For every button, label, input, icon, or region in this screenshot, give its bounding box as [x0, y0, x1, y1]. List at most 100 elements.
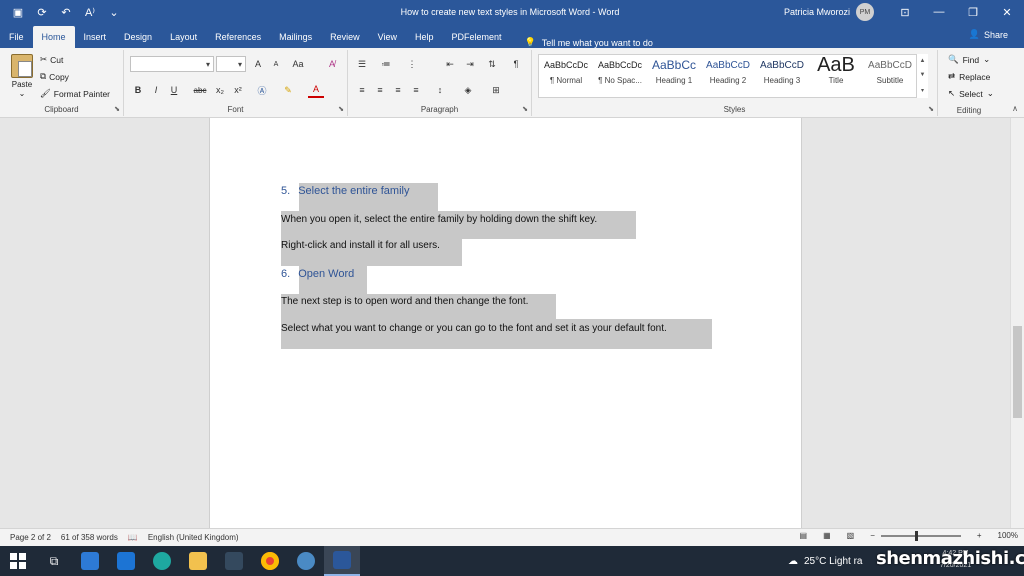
- page-indicator[interactable]: Page 2 of 2: [10, 533, 51, 542]
- style-title[interactable]: AaB Title: [810, 54, 862, 94]
- font-size-combo[interactable]: ▾: [216, 56, 246, 72]
- autosave-icon[interactable]: ⟳: [32, 2, 52, 22]
- find-button[interactable]: 🔍 Find ⌄: [948, 54, 990, 65]
- cut-button[interactable]: ✂ Cut: [40, 54, 63, 65]
- tab-help[interactable]: Help: [406, 26, 443, 48]
- multilevel-list-icon[interactable]: ⋮: [404, 56, 420, 72]
- shrink-font-icon[interactable]: A: [268, 56, 284, 72]
- word-count[interactable]: 61 of 358 words: [61, 533, 118, 542]
- user-account[interactable]: Patricia Mworozi PM: [784, 0, 875, 24]
- numbering-icon[interactable]: ≔: [378, 56, 394, 72]
- word-app[interactable]: [324, 546, 360, 576]
- close-icon[interactable]: ✕: [990, 0, 1024, 24]
- tab-file[interactable]: File: [0, 26, 33, 48]
- mail-app[interactable]: [108, 546, 144, 576]
- tab-references[interactable]: References: [206, 26, 270, 48]
- bullets-icon[interactable]: ☰: [354, 56, 370, 72]
- paste-dropdown-icon[interactable]: ⌄: [8, 89, 36, 98]
- style-normal[interactable]: AaBbCcDc ¶ Normal: [540, 54, 592, 94]
- scrollbar-thumb[interactable]: [1013, 326, 1022, 418]
- language-indicator[interactable]: English (United Kingdom): [148, 533, 239, 542]
- edge-app[interactable]: [144, 546, 180, 576]
- clipboard-launcher-icon[interactable]: ⬊: [114, 105, 120, 113]
- calculator-app[interactable]: [216, 546, 252, 576]
- vertical-scrollbar[interactable]: [1010, 118, 1024, 528]
- tab-review[interactable]: Review: [321, 26, 369, 48]
- zoom-level[interactable]: 100%: [998, 531, 1018, 540]
- restore-icon[interactable]: ❐: [956, 0, 990, 24]
- decrease-indent-icon[interactable]: ⇤: [442, 56, 458, 72]
- tell-me-box[interactable]: 💡 Tell me what you want to do: [511, 37, 653, 48]
- tab-view[interactable]: View: [369, 26, 406, 48]
- style-no-spacing[interactable]: AaBbCcDc ¶ No Spac...: [594, 54, 646, 94]
- sort-icon[interactable]: ⇅: [484, 56, 500, 72]
- copy-button[interactable]: ⧉ Copy: [40, 71, 69, 82]
- align-right-icon[interactable]: ≡: [390, 82, 406, 98]
- font-name-combo[interactable]: ▾: [130, 56, 214, 72]
- save-icon[interactable]: ▣: [8, 2, 28, 22]
- tab-design[interactable]: Design: [115, 26, 161, 48]
- align-center-icon[interactable]: ≡: [372, 82, 388, 98]
- read-mode-icon[interactable]: ▤: [800, 531, 808, 540]
- more-styles-icon[interactable]: ▾: [921, 87, 924, 94]
- scroll-up-icon[interactable]: ▲: [920, 58, 926, 64]
- highlight-icon[interactable]: ✎: [280, 82, 296, 98]
- tab-home[interactable]: Home: [32, 26, 75, 48]
- strikethrough-button[interactable]: abc: [190, 82, 210, 98]
- italic-button[interactable]: I: [148, 82, 164, 98]
- zoom-in-icon[interactable]: +: [977, 531, 982, 540]
- replace-button[interactable]: ⇄ Replace: [948, 71, 990, 82]
- bold-button[interactable]: B: [130, 82, 146, 98]
- increase-indent-icon[interactable]: ⇥: [462, 56, 478, 72]
- telegram-app[interactable]: [288, 546, 324, 576]
- superscript-button[interactable]: x²: [230, 82, 246, 98]
- style-heading-3[interactable]: AaBbCcD Heading 3: [756, 54, 808, 94]
- select-button[interactable]: ↖ Select ⌄: [948, 88, 994, 99]
- store-app[interactable]: [72, 546, 108, 576]
- web-layout-icon[interactable]: ▧: [847, 531, 855, 540]
- grow-font-icon[interactable]: A: [250, 56, 266, 72]
- styles-scroll[interactable]: ▲ ▼ ▾: [916, 54, 928, 98]
- format-painter-button[interactable]: 🖌 Format Painter: [40, 88, 110, 99]
- font-size-icon[interactable]: A⁾: [80, 2, 100, 22]
- avatar[interactable]: PM: [856, 3, 875, 21]
- zoom-slider-thumb[interactable]: [914, 530, 918, 541]
- change-case-button[interactable]: Aa: [290, 56, 306, 72]
- font-color-icon[interactable]: A: [308, 82, 324, 98]
- tab-insert[interactable]: Insert: [75, 26, 116, 48]
- styles-launcher-icon[interactable]: ⬊: [928, 105, 934, 113]
- ribbon-display-icon[interactable]: ⊡: [888, 0, 922, 24]
- style-subtitle[interactable]: AaBbCcD Subtitle: [864, 54, 916, 94]
- tab-mailings[interactable]: Mailings: [270, 26, 321, 48]
- weather-widget[interactable]: ☁ 25°C Light ra: [788, 546, 862, 576]
- text-effects-icon[interactable]: Ⓐ: [254, 82, 270, 98]
- font-launcher-icon[interactable]: ⬊: [338, 105, 344, 113]
- start-button[interactable]: [0, 546, 36, 576]
- customize-qat-icon[interactable]: ⌄: [104, 2, 124, 22]
- zoom-slider[interactable]: [880, 530, 961, 541]
- line-spacing-icon[interactable]: ↕: [432, 82, 448, 98]
- chrome-app[interactable]: [252, 546, 288, 576]
- paragraph-launcher-icon[interactable]: ⬊: [522, 105, 528, 113]
- underline-button[interactable]: U: [166, 82, 182, 98]
- tab-layout[interactable]: Layout: [161, 26, 206, 48]
- zoom-out-icon[interactable]: −: [870, 531, 875, 540]
- align-left-icon[interactable]: ≡: [354, 82, 370, 98]
- print-layout-icon[interactable]: ▦: [823, 531, 831, 540]
- document-page[interactable]: 5. Select the entire family When you ope…: [209, 118, 802, 528]
- tab-pdfelement[interactable]: PDFelement: [443, 26, 511, 48]
- share-button[interactable]: 👤 Share: [969, 29, 1008, 40]
- undo-icon[interactable]: ↶: [56, 2, 76, 22]
- subscript-button[interactable]: x₂: [212, 82, 228, 98]
- explorer-app[interactable]: [180, 546, 216, 576]
- task-view-button[interactable]: ⧉: [36, 546, 72, 576]
- shading-icon[interactable]: ◈: [460, 82, 476, 98]
- style-heading-1[interactable]: AaBbCc Heading 1: [648, 54, 700, 94]
- clear-formatting-icon[interactable]: A̸: [324, 56, 340, 72]
- collapse-ribbon-icon[interactable]: ∧: [1012, 104, 1018, 113]
- borders-icon[interactable]: ⊞: [488, 82, 504, 98]
- scroll-down-icon[interactable]: ▼: [920, 72, 926, 78]
- show-formatting-icon[interactable]: ¶: [508, 56, 524, 72]
- paste-button[interactable]: Paste ⌄: [8, 54, 36, 98]
- minimize-icon[interactable]: —: [922, 0, 956, 24]
